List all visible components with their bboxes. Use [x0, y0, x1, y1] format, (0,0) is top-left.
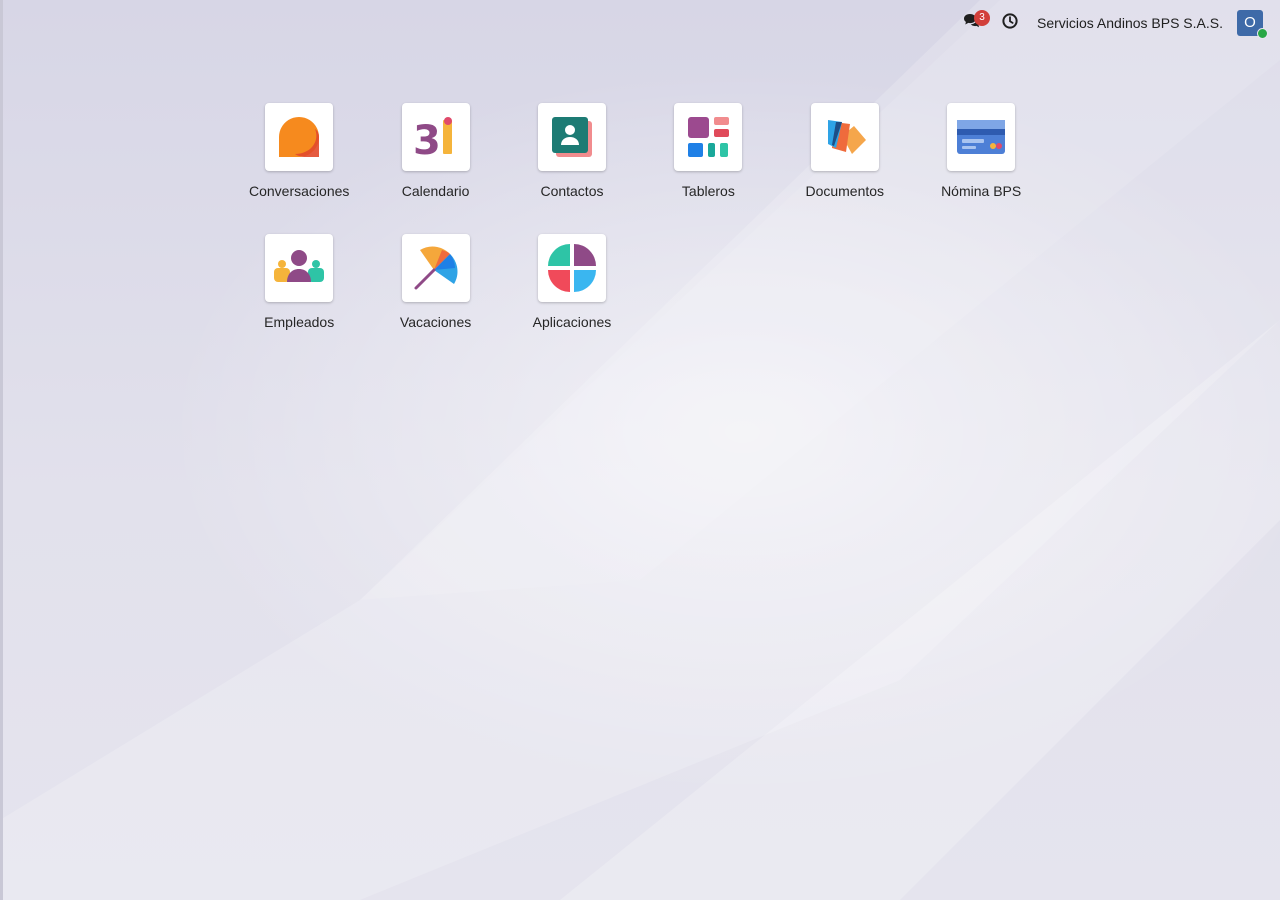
online-status-dot [1257, 28, 1268, 39]
app-label: Conversaciones [249, 183, 350, 199]
app-aplicaciones[interactable]: Aplicaciones [504, 234, 640, 365]
svg-text:3: 3 [413, 118, 441, 158]
activity-menu-button[interactable] [994, 8, 1026, 38]
app-label: Nómina BPS [941, 183, 1022, 199]
left-edge-divider [0, 0, 3, 900]
vacaciones-icon [401, 234, 470, 302]
contactos-icon [537, 103, 606, 171]
nomina-icon [947, 103, 1016, 171]
top-navbar: 3 Servicios Andinos BPS S.A.S. O [956, 8, 1268, 39]
calendario-icon: 3 [401, 103, 470, 171]
app-tableros[interactable]: Tableros [640, 103, 776, 234]
app-documentos[interactable]: Documentos [777, 103, 913, 234]
app-label: Documentos [805, 183, 885, 199]
app-empleados[interactable]: Empleados [231, 234, 367, 365]
app-calendario[interactable]: 3 Calendario [367, 103, 503, 234]
app-label: Tableros [681, 183, 735, 199]
user-avatar-button[interactable]: O [1237, 10, 1268, 39]
aplicaciones-icon [537, 234, 606, 302]
app-label: Vacaciones [399, 314, 472, 330]
company-switcher[interactable]: Servicios Andinos BPS S.A.S. [1037, 15, 1223, 31]
messaging-menu-button[interactable]: 3 [956, 8, 991, 38]
app-label: Calendario [401, 183, 470, 199]
user-initial: O [1244, 14, 1256, 31]
app-label: Empleados [264, 314, 335, 330]
app-contactos[interactable]: Contactos [504, 103, 640, 234]
message-count-badge: 3 [974, 10, 991, 26]
app-vacaciones[interactable]: Vacaciones [367, 234, 503, 365]
app-label: Contactos [540, 183, 604, 199]
app-conversaciones[interactable]: Conversaciones [231, 103, 367, 234]
apps-grid: Conversaciones 3 Calendario Contactos Ta… [231, 103, 1049, 365]
empleados-icon [265, 234, 334, 302]
tableros-icon [674, 103, 743, 171]
app-nomina-bps[interactable]: Nómina BPS [913, 103, 1049, 234]
clock-icon [1002, 13, 1018, 33]
documentos-icon [810, 103, 879, 171]
conversaciones-icon [265, 103, 334, 171]
app-label: Aplicaciones [532, 314, 612, 330]
